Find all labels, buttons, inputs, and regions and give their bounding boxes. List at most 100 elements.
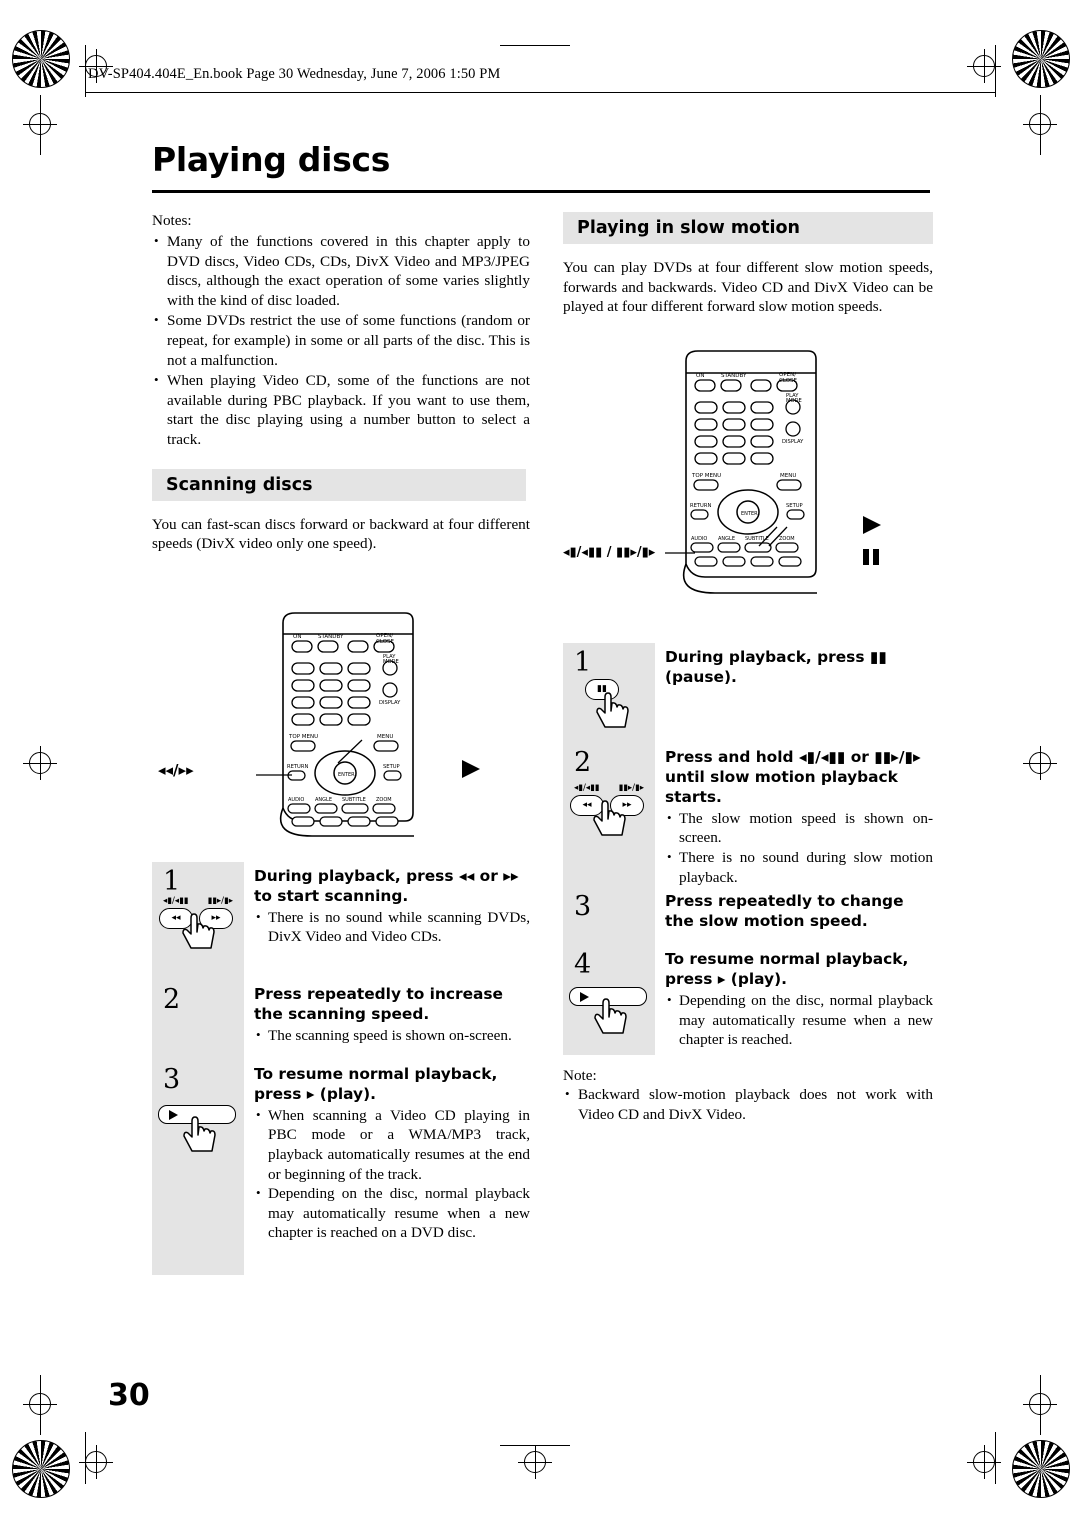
step-number: 3 [574, 891, 592, 923]
hand-cursor-icon [596, 692, 629, 728]
svg-text:STANDBY: STANDBY [318, 634, 344, 640]
svg-text:AUDIO: AUDIO [691, 536, 707, 542]
step-number: 2 [574, 746, 592, 778]
step-bullets: There is no sound while scanning DVDs, D… [254, 907, 530, 947]
play-symbol-icon [863, 515, 881, 534]
button-label-fwd: ▮▮▸/▮▸ [207, 895, 233, 906]
button-label-fwd: ▮▮▸/▮▸ [618, 782, 644, 793]
svg-text:MODE: MODE [383, 659, 399, 665]
note-label: Note: [563, 1067, 597, 1085]
step-number-cell: 3 [152, 1059, 244, 1275]
step-2: 2 Press repeatedly to increase the scann… [152, 979, 530, 1060]
step-number-cell: 1 ◂▮/◂▮▮ ▮▮▸/▮▸ ◂◂ ▸▸ [152, 861, 244, 980]
svg-text:RETURN: RETURN [690, 503, 711, 509]
button-label-rev: ◂▮/◂▮▮ [574, 782, 600, 793]
step-2: 2 ◂▮/◂▮▮ ▮▮▸/▮▸ ◂◂ ▸▸ Press and hold ◂▮/… [563, 742, 933, 888]
remote-illustration-slow-motion: ON STANDBY OPEN/ CLOSE PLAY MODE DISPLAY… [563, 331, 933, 651]
step-title: During playback, press ◂◂ or ▸▸ to start… [254, 866, 519, 905]
slow-motion-steps: 1 ▮▮ During playback, press ▮▮ (pause). … [563, 642, 933, 1056]
slow-motion-intro: You can play DVDs at four different slow… [563, 259, 933, 316]
hand-cursor-icon [183, 1115, 216, 1152]
step-1: 1 ◂▮/◂▮▮ ▮▮▸/▮▸ ◂◂ ▸▸ During playback, p… [152, 861, 530, 980]
step-1: 1 ▮▮ During playback, press ▮▮ (pause). [563, 642, 933, 743]
page-body: Playing discs Notes: Many of the functio… [0, 0, 1080, 1528]
svg-text:SETUP: SETUP [786, 503, 803, 509]
svg-text:DISPLAY: DISPLAY [782, 439, 804, 445]
svg-text:ZOOM: ZOOM [376, 797, 392, 803]
play-triangle-icon [169, 1109, 178, 1120]
play-symbol-icon [462, 759, 480, 778]
step-3: 3 To resume normal playback, press ▸ (pl… [152, 1059, 530, 1275]
page-title: Playing discs [152, 140, 391, 179]
step-bullets: When scanning a Video CD playing in PBC … [254, 1105, 530, 1243]
svg-text:ON: ON [696, 373, 704, 379]
svg-text:ENTER: ENTER [741, 511, 758, 517]
svg-text:MENU: MENU [377, 734, 393, 740]
page-number: 30 [108, 1378, 150, 1413]
step-bullets: Depending on the disc, normal playback m… [665, 990, 933, 1050]
note-list: Backward slow-motion playback does not w… [563, 1084, 933, 1124]
list-item: When playing Video CD, some of the funct… [152, 370, 530, 449]
step-content: To resume normal playback, press ▸ (play… [244, 1060, 530, 1275]
step-content: Press and hold ◂▮/◂▮▮ or ▮▮▸/▮▸ until sl… [655, 743, 933, 887]
list-item: There is no sound during slow motion pla… [665, 847, 933, 887]
hand-cursor-icon [593, 800, 626, 836]
svg-text:SUBTITLE: SUBTITLE [342, 797, 366, 803]
svg-text:TOP MENU: TOP MENU [288, 734, 318, 740]
step-content: During playback, press ▮▮ (pause). [655, 643, 933, 743]
svg-text:CLOSE: CLOSE [376, 639, 395, 645]
step-title: Press repeatedly to increase the scannin… [254, 984, 503, 1023]
remote-control-drawing: ON STANDBY OPEN/ CLOSE PLAY MODE DISPLAY… [256, 611, 480, 837]
step-number-cell: 4 [563, 945, 655, 1056]
list-item: Many of the functions covered in this ch… [152, 231, 530, 310]
scanning-remote-callout: ◂◂/▸▸ [158, 760, 194, 779]
svg-text:MODE: MODE [786, 398, 802, 404]
list-item: Depending on the disc, normal playback m… [665, 990, 933, 1050]
svg-text:STANDBY: STANDBY [721, 373, 747, 379]
scanning-steps: 1 ◂▮/◂▮▮ ▮▮▸/▮▸ ◂◂ ▸▸ During playback, p… [152, 861, 530, 1275]
list-item: Backward slow-motion playback does not w… [563, 1084, 933, 1124]
step-title: Press and hold ◂▮/◂▮▮ or ▮▮▸/▮▸ until sl… [665, 747, 921, 806]
step-title: During playback, press ▮▮ (pause). [665, 647, 887, 686]
play-button-illustration [569, 987, 647, 1034]
svg-text:TOP MENU: TOP MENU [691, 473, 721, 479]
svg-text:MENU: MENU [780, 473, 796, 479]
scanning-intro: You can fast-scan discs forward or backw… [152, 515, 530, 553]
svg-text:ENTER: ENTER [338, 772, 355, 778]
step-number-cell: 3 [563, 887, 655, 946]
button-label-rev: ◂▮/◂▮▮ [163, 895, 189, 906]
step-title: To resume normal playback, press ▸ (play… [665, 950, 909, 989]
list-item: There is no sound while scanning DVDs, D… [254, 907, 530, 947]
list-item: Depending on the disc, normal playback m… [254, 1183, 530, 1243]
step-bullets: The slow motion speed is shown on-screen… [665, 808, 933, 887]
step-number: 4 [574, 949, 592, 981]
left-column: Notes: Many of the functions covered in … [152, 212, 530, 1275]
step-content: Press repeatedly to increase the scannin… [244, 980, 530, 1060]
pause-symbol-icon [863, 548, 879, 565]
slow-motion-note-block: Note: Backward slow-motion playback does… [563, 1067, 933, 1124]
step-content: To resume normal playback, press ▸ (play… [655, 945, 933, 1055]
step-number: 1 [574, 646, 592, 678]
svg-text:DISPLAY: DISPLAY [379, 700, 401, 706]
button-illustration-scan: ◂▮/◂▮▮ ▮▮▸/▮▸ ◂◂ ▸▸ [159, 895, 239, 949]
step-title: To resume normal playback, press ▸ (play… [254, 1064, 498, 1103]
section-heading-scanning: Scanning discs [152, 468, 526, 501]
step-number: 3 [163, 1063, 181, 1095]
remote-illustration-scanning: ON STANDBY OPEN/ CLOSE PLAY MODE DISPLAY… [152, 568, 530, 868]
svg-text:ZOOM: ZOOM [779, 536, 795, 542]
section-heading-slow-motion: Playing in slow motion [563, 212, 933, 244]
hand-cursor-icon [594, 998, 627, 1034]
button-illustration-slow: ◂▮/◂▮▮ ▮▮▸/▮▸ ◂◂ ▸▸ [570, 782, 650, 836]
play-triangle-icon [580, 992, 589, 1003]
step-content: Press repeatedly to change the slow moti… [655, 887, 933, 945]
step-number: 1 [163, 865, 181, 897]
hand-cursor-icon [182, 912, 215, 949]
svg-text:RETURN: RETURN [287, 764, 308, 770]
step-number-cell: 2 [152, 979, 244, 1060]
remote-control-drawing: ON STANDBY OPEN/ CLOSE PLAY MODE DISPLAY… [665, 349, 881, 594]
pause-button-illustration: ▮▮ [585, 678, 629, 728]
svg-text:ANGLE: ANGLE [718, 536, 735, 542]
slow-motion-remote-callout: ◂▮/◂▮▮ / ▮▮▸/▮▸ [563, 544, 656, 560]
svg-text:ANGLE: ANGLE [315, 797, 332, 803]
notes-label: Notes: [152, 212, 192, 229]
